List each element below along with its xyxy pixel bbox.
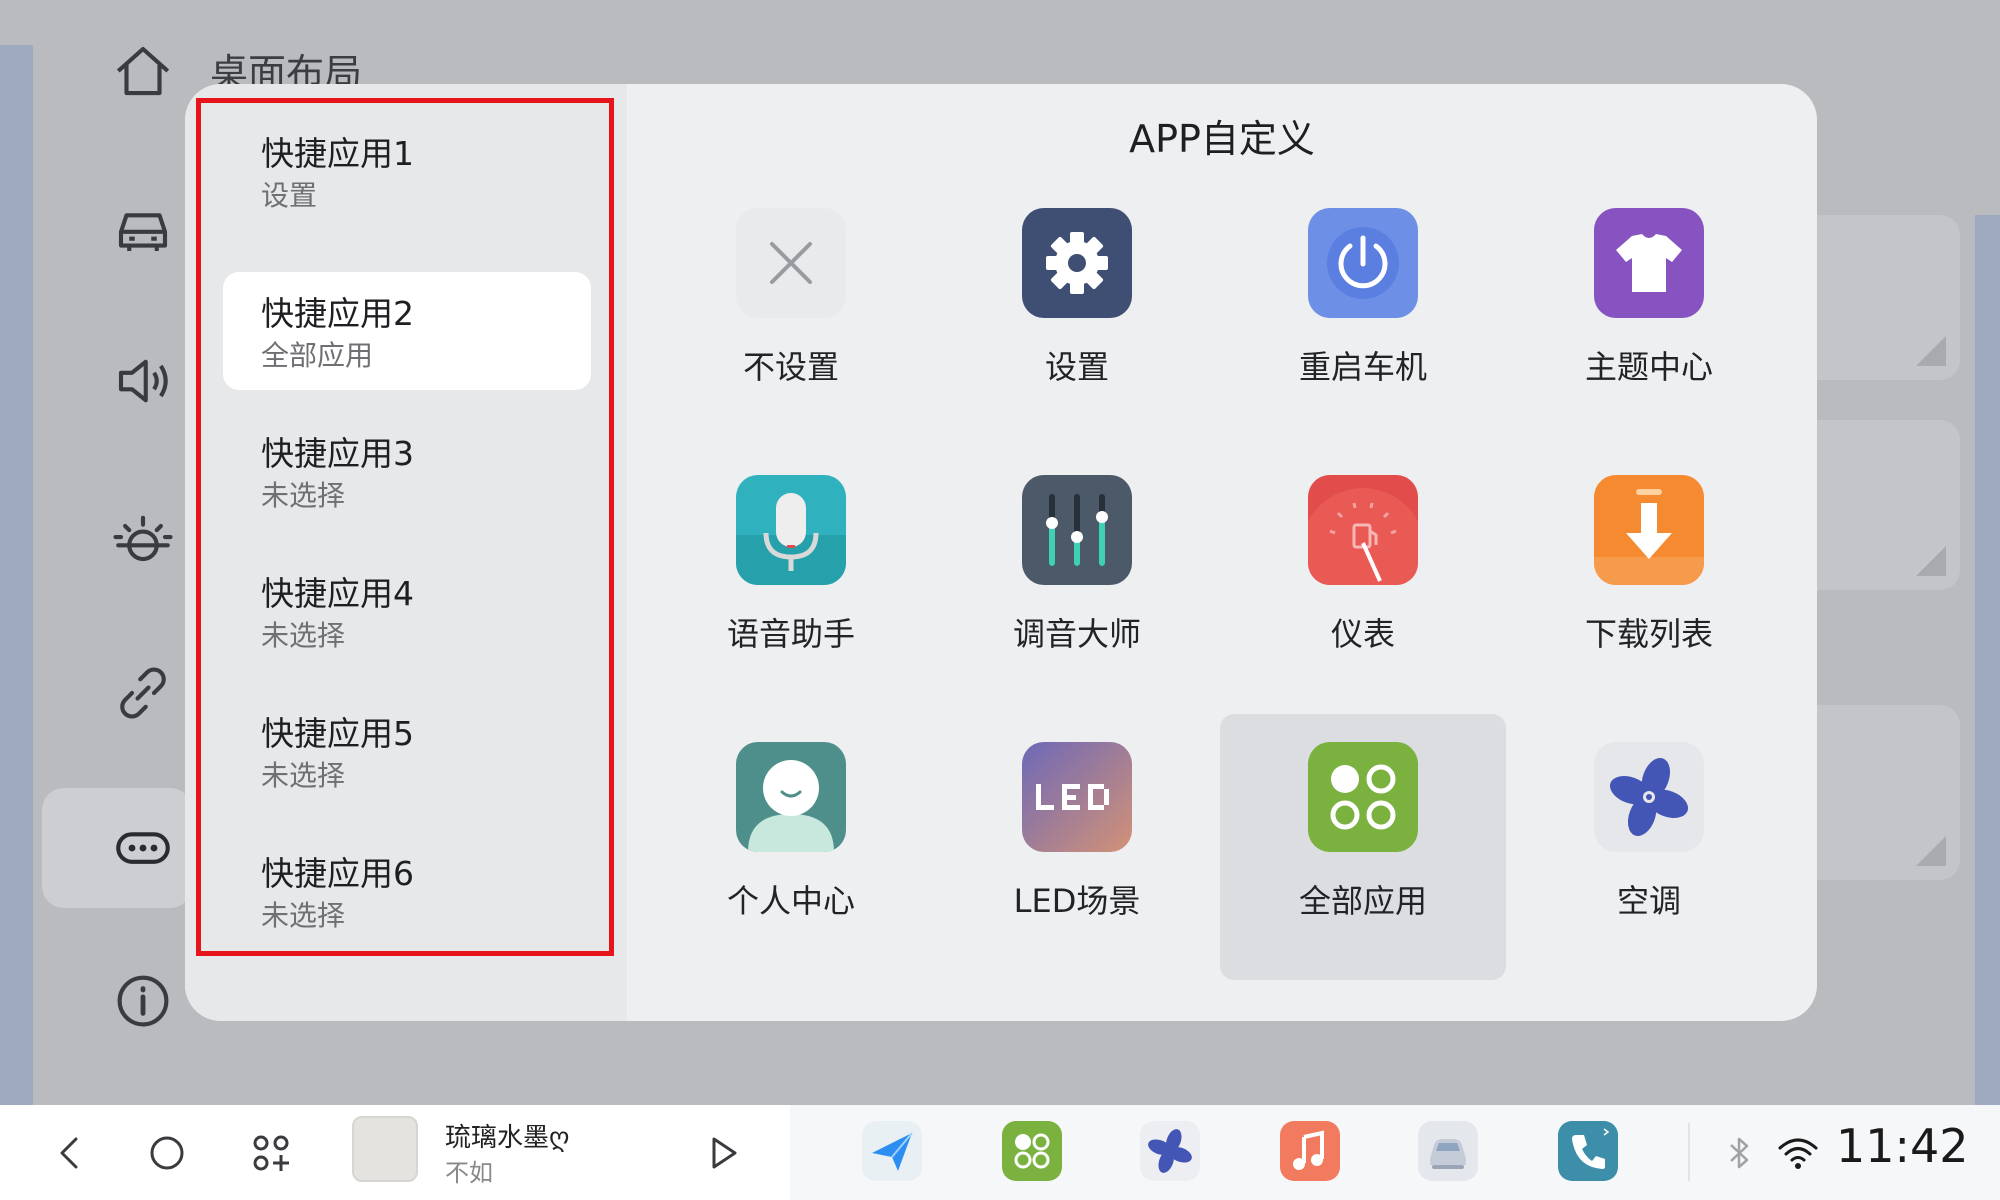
album-art[interactable] <box>352 1116 418 1182</box>
bluetooth-icon[interactable] <box>1722 1133 1756 1173</box>
app-option-none[interactable]: 不设置 <box>648 180 934 446</box>
home-icon[interactable] <box>110 38 176 104</box>
music-artist: 不如 <box>445 1159 493 1187</box>
app-label: 不设置 <box>742 348 839 386</box>
power-icon <box>1308 208 1418 318</box>
background-stripe-left <box>0 45 33 1105</box>
app-option-equalizer[interactable]: 调音大师 <box>934 447 1220 713</box>
dialog-title: APP自定义 <box>1129 117 1315 161</box>
all-apps-icon <box>1308 742 1418 852</box>
app-label: 仪表 <box>1330 615 1395 653</box>
close-icon <box>736 208 846 318</box>
play-icon[interactable] <box>705 1133 741 1173</box>
navigation-app-icon[interactable] <box>862 1121 922 1181</box>
app-label: 个人中心 <box>726 882 855 920</box>
phone-app-icon[interactable] <box>1558 1121 1618 1181</box>
app-option-settings[interactable]: 设置 <box>934 180 1220 446</box>
app-option-download[interactable]: 下载列表 <box>1506 447 1792 713</box>
app-option-profile[interactable]: 个人中心 <box>648 714 934 980</box>
tshirt-icon <box>1594 208 1704 318</box>
bottom-dock: 琉璃水墨ღ 不如 11:42 <box>0 1105 2000 1200</box>
download-icon <box>1594 475 1704 585</box>
home-circle-icon[interactable] <box>146 1132 188 1174</box>
background-stripe-right <box>1975 215 2000 1105</box>
app-option-restart[interactable]: 重启车机 <box>1220 180 1506 446</box>
more-icon[interactable] <box>110 815 176 881</box>
selection-highlight-border <box>196 98 614 956</box>
microphone-icon <box>736 475 846 585</box>
app-label: 设置 <box>1044 348 1109 386</box>
app-label: 调音大师 <box>1012 615 1141 653</box>
app-option-all-apps[interactable]: 全部应用 <box>1220 714 1506 980</box>
app-label: 重启车机 <box>1298 348 1427 386</box>
app-option-voice[interactable]: 语音助手 <box>648 447 934 713</box>
app-option-theme[interactable]: 主题中心 <box>1506 180 1792 446</box>
app-label: 下载列表 <box>1584 615 1713 653</box>
link-icon[interactable] <box>110 660 176 726</box>
speaker-icon[interactable] <box>110 348 176 414</box>
app-option-gauge[interactable]: 仪表 <box>1220 447 1506 713</box>
music-app-icon[interactable] <box>1280 1121 1340 1181</box>
brightness-icon[interactable] <box>110 504 176 570</box>
info-icon[interactable] <box>110 968 176 1034</box>
app-label: LED场景 <box>1013 882 1141 920</box>
fan-icon <box>1594 742 1704 852</box>
dock-separator <box>1688 1123 1690 1181</box>
app-label: 空调 <box>1616 882 1681 920</box>
back-icon[interactable] <box>52 1133 88 1173</box>
wifi-icon[interactable] <box>1776 1133 1820 1173</box>
app-option-led[interactable]: LED场景 <box>934 714 1220 980</box>
music-title: 琉璃水墨ღ <box>445 1123 570 1153</box>
led-icon <box>1022 742 1132 852</box>
all-apps-dock-icon[interactable] <box>1002 1121 1062 1181</box>
settings-sidebar <box>33 0 193 1105</box>
app-label: 全部应用 <box>1298 882 1427 920</box>
fan-dock-icon[interactable] <box>1140 1121 1200 1181</box>
app-label: 主题中心 <box>1584 348 1713 386</box>
app-label: 语音助手 <box>726 615 855 653</box>
equalizer-icon <box>1022 475 1132 585</box>
car-icon[interactable] <box>110 196 176 262</box>
gear-icon <box>1022 208 1132 318</box>
user-icon <box>736 742 846 852</box>
vehicle-app-icon[interactable] <box>1418 1121 1478 1181</box>
app-option-air-conditioner[interactable]: 空调 <box>1506 714 1792 980</box>
gauge-icon <box>1308 475 1418 585</box>
app-grid-icon[interactable] <box>250 1132 292 1174</box>
clock: 11:42 <box>1836 1119 1969 1173</box>
